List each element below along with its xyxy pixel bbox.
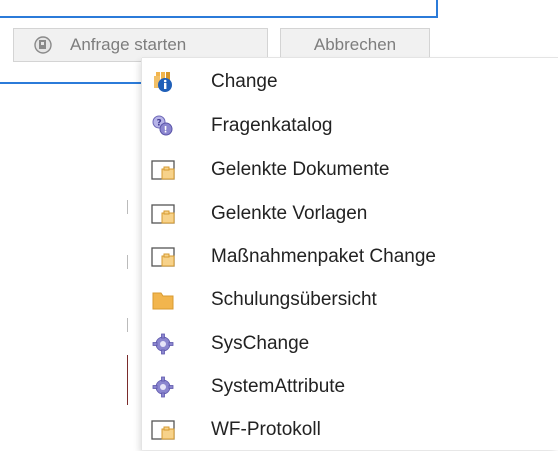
question-catalog-icon: ? !	[152, 115, 173, 136]
menu-item-gelenkte-vorlagen[interactable]: Gelenkte Vorlagen	[142, 192, 558, 235]
document-frame-icon	[151, 204, 175, 224]
menu-item-change[interactable]: Change	[142, 60, 558, 103]
start-request-button[interactable]: Anfrage starten	[13, 28, 268, 62]
divider-mark	[127, 255, 128, 269]
document-frame-icon	[151, 160, 175, 180]
document-frame-icon	[151, 247, 175, 267]
svg-text:!: !	[164, 126, 168, 136]
menu-item-systemattribute[interactable]: SystemAttribute	[142, 365, 558, 408]
menu-item-syschange[interactable]: SysChange	[142, 322, 558, 365]
menu-item-label: Maßnahmenpaket Change	[211, 246, 436, 267]
change-info-icon	[154, 72, 172, 92]
start-request-label: Anfrage starten	[70, 35, 187, 54]
folder-icon	[152, 292, 174, 310]
cancel-label: Abbrechen	[313, 35, 397, 54]
menu-item-label: Gelenkte Vorlagen	[211, 203, 368, 224]
menu-item-label: Fragenkatalog	[211, 115, 333, 136]
tab-underline	[0, 82, 150, 84]
menu-item-label: Gelenkte Dokumente	[211, 159, 390, 180]
gear-icon	[152, 333, 174, 355]
gear-icon	[152, 376, 174, 398]
dialog-panel-border	[0, 0, 438, 18]
divider-mark	[127, 318, 128, 332]
menu-item-schulungsuebersicht[interactable]: Schulungsübersicht	[142, 278, 558, 321]
menu-item-wf-protokoll[interactable]: WF-Protokoll	[142, 408, 558, 451]
menu-item-fragenkatalog[interactable]: ? ! Fragenkatalog	[142, 104, 558, 147]
cancel-button[interactable]: Abbrechen	[280, 28, 430, 62]
start-icon	[34, 36, 52, 54]
document-frame-icon	[151, 420, 175, 440]
menu-item-label: WF-Protokoll	[211, 419, 321, 440]
menu-item-label: SysChange	[211, 333, 310, 354]
divider-mark	[127, 200, 128, 214]
menu-item-massnahmenpaket-change[interactable]: Maßnahmenpaket Change	[142, 235, 558, 278]
menu-item-label: Schulungsübersicht	[211, 289, 377, 310]
divider-mark	[127, 355, 128, 405]
menu-item-label: SystemAttribute	[211, 376, 346, 397]
menu-item-label: Change	[211, 71, 278, 92]
workflow-dropdown-menu: Change ? ! Fragenkatalog Gelenkte Dokume…	[142, 58, 558, 450]
menu-item-gelenkte-dokumente[interactable]: Gelenkte Dokumente	[142, 148, 558, 191]
